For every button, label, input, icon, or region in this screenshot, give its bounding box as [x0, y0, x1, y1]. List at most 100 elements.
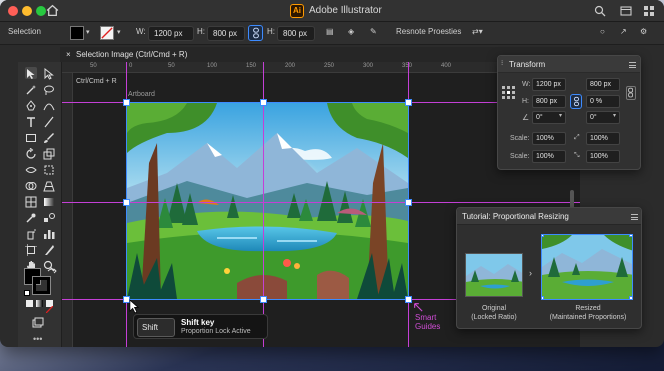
selection-tool-icon[interactable] [25, 67, 37, 79]
shift-keycap: Shift [137, 318, 175, 337]
artboard-tool-icon[interactable] [25, 243, 37, 256]
panel-menu-icon[interactable] [631, 214, 638, 220]
slice-tool-icon[interactable] [43, 243, 55, 255]
resize-handle-top-left[interactable] [123, 99, 130, 106]
share-icon[interactable]: ↗ [620, 27, 627, 36]
resize-handle-bottom-right[interactable] [405, 296, 412, 303]
rotate-tool-icon[interactable] [25, 147, 37, 159]
paintbrush-tool-icon[interactable] [43, 131, 55, 143]
tp-height-percent-field[interactable]: 0 % [586, 95, 620, 108]
perspective-grid-tool-icon[interactable] [43, 179, 55, 192]
original-caption-line1: Original [481, 305, 507, 312]
eyedropper-tool-icon[interactable] [25, 211, 37, 223]
tp-scale2-label: Scale: [510, 153, 530, 160]
line-tool-icon[interactable] [43, 115, 55, 128]
tutorial-panel-header[interactable]: Tutorial: Proportional Resizing [457, 208, 641, 225]
stroke-swatch[interactable] [100, 26, 114, 40]
height2-field[interactable]: 800 px [277, 26, 315, 41]
home-icon[interactable] [46, 4, 59, 17]
resize-handle-top-right[interactable] [405, 99, 412, 106]
resize-handle-top-middle[interactable] [260, 99, 267, 106]
tooltip-subtitle: Proportion Lock Active [181, 328, 251, 335]
curvature-tool-icon[interactable] [43, 99, 55, 111]
gradient-tool-icon[interactable] [43, 195, 55, 207]
width-tool-icon[interactable] [25, 163, 37, 175]
properties-button[interactable]: Resnote Proesties [396, 27, 461, 36]
symbol-sprayer-tool-icon[interactable] [25, 227, 37, 240]
tp-scale1b-field[interactable]: 100% [586, 132, 620, 145]
link-icon[interactable] [626, 86, 636, 100]
scale-tool-icon[interactable] [43, 147, 55, 160]
column-graph-tool-icon[interactable] [43, 227, 55, 239]
resize-handle-bottom-middle[interactable] [260, 296, 267, 303]
lasso-tool-icon[interactable] [43, 83, 55, 95]
resize-handle-middle-left[interactable] [123, 199, 130, 206]
default-colors-icon[interactable] [24, 290, 30, 296]
fill-swatch[interactable] [70, 26, 84, 40]
tp-scale1-field[interactable]: 100% [532, 132, 566, 145]
tp-height-field[interactable]: 800 px [532, 95, 566, 108]
zoom-window-button[interactable] [36, 6, 46, 16]
no-color-icon[interactable] [45, 300, 54, 314]
tp-width2-field[interactable]: 800 px [586, 78, 620, 91]
chevron-right-icon: › [529, 268, 532, 278]
width-field[interactable]: 1200 px [148, 26, 194, 41]
height-field[interactable]: 800 px [207, 26, 245, 41]
search-icon[interactable]: ○ [600, 27, 605, 36]
swap-colors-icon[interactable] [46, 266, 58, 278]
tp-constrain-proportions-button[interactable] [570, 94, 582, 109]
direct-selection-tool-icon[interactable] [43, 67, 55, 80]
chevron-down-icon[interactable]: ▾ [613, 112, 616, 119]
smart-guides-annotation: Smart Guides [415, 313, 440, 331]
magic-wand-tool-icon[interactable] [25, 83, 37, 95]
stroke-color-swatch[interactable] [32, 276, 51, 295]
vertical-ruler[interactable] [62, 73, 73, 347]
title-bar: Ai Adobe Illustrator [0, 0, 664, 22]
color-mode-icon[interactable] [26, 300, 33, 307]
mesh-tool-icon[interactable] [25, 195, 37, 208]
panel-menu-icon[interactable] [629, 62, 636, 68]
blend-tool-icon[interactable] [43, 211, 55, 223]
more-tools-icon[interactable]: ••• [33, 334, 42, 344]
type-tool-icon[interactable] [25, 115, 37, 127]
search-icon[interactable] [594, 4, 607, 17]
selection-bounding-box[interactable] [126, 102, 409, 300]
grid-icon[interactable] [643, 4, 656, 17]
tp-width-field[interactable]: 1200 px [532, 78, 566, 91]
paint-bucket-icon[interactable]: ◈ [348, 27, 354, 36]
free-transform-tool-icon[interactable] [43, 163, 55, 175]
ruler-tick-label: 150 [246, 63, 257, 69]
pen-tool-icon[interactable] [25, 99, 37, 111]
app-title: Adobe Illustrator [309, 5, 382, 16]
chevron-down-icon[interactable]: ▾ [117, 28, 121, 36]
window-icon[interactable] [620, 4, 633, 17]
rectangle-tool-icon[interactable] [25, 131, 37, 143]
ruler-tick-label: 100 [207, 63, 218, 69]
brush-icon[interactable]: ✎ [370, 27, 377, 36]
constrain-proportions-button[interactable] [248, 25, 263, 41]
transform-panel-header[interactable]: ⁝ Transform [498, 56, 640, 73]
shape-builder-tool-icon[interactable] [25, 179, 37, 191]
screen-mode-icon[interactable] [32, 316, 44, 328]
ruler-tick-label: 0 [129, 63, 133, 69]
chevron-down-icon[interactable]: ▾ [559, 112, 562, 119]
tp-scale2-field[interactable]: 100% [532, 150, 566, 163]
tp-scale2b-field[interactable]: 100% [586, 150, 620, 163]
chevron-down-icon[interactable]: ▾ [86, 28, 90, 36]
collapse-icon[interactable]: ⁝ [501, 59, 503, 67]
reference-point-icon[interactable] [502, 86, 515, 99]
tab-close-icon[interactable]: × [66, 47, 71, 62]
align-icon[interactable]: ▤ [326, 27, 334, 36]
document-tab[interactable]: Selection Image (Ctrl/Cmd + R) [76, 47, 187, 62]
ruler-tick-label: 400 [441, 63, 452, 69]
arrange-icon[interactable]: ⇄▾ [472, 27, 483, 36]
transform-panel: ⁝ Transform W: 1200 px 800 px H: 800 px … [497, 55, 641, 170]
shortcut-hint: Ctrl/Cmd + R [76, 78, 117, 85]
minimize-window-button[interactable] [22, 6, 32, 16]
gradient-mode-icon[interactable] [36, 300, 43, 307]
smart-guides-line2: Guides [415, 322, 441, 331]
resize-handle-middle-right[interactable] [405, 199, 412, 206]
settings-icon[interactable]: ⚙ [640, 27, 647, 36]
chain-link-icon [253, 27, 259, 39]
close-window-button[interactable] [8, 6, 18, 16]
